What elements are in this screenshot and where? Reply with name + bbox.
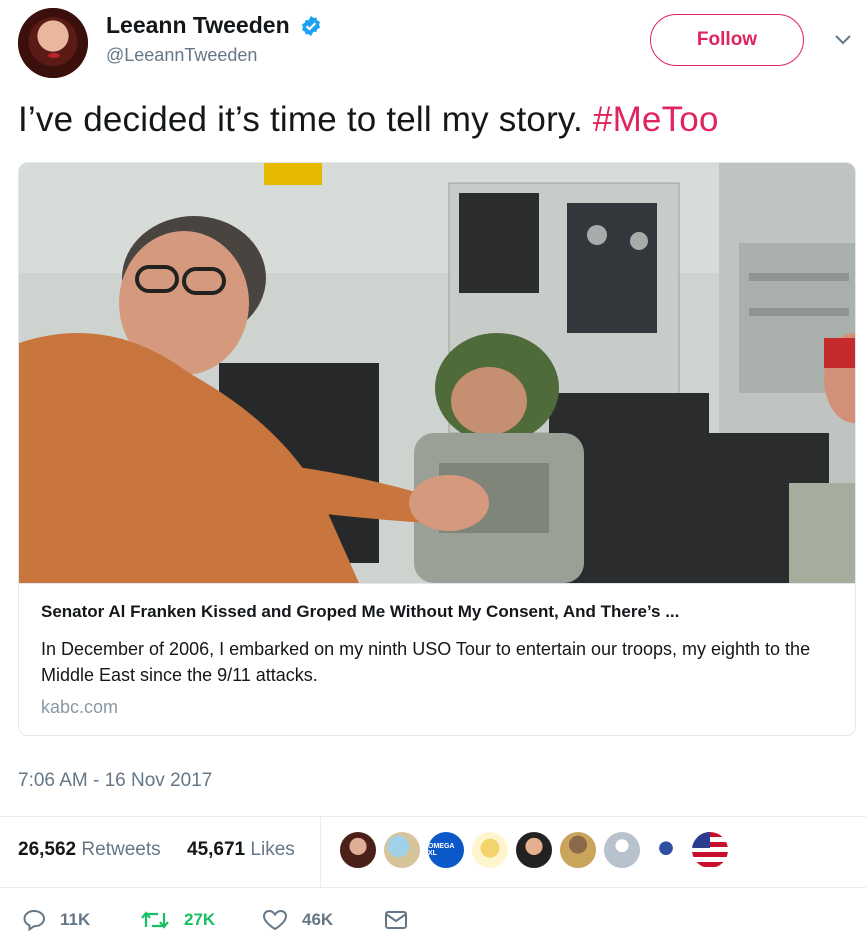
- like-count: 46K: [302, 910, 334, 929]
- verified-badge-icon: [302, 15, 321, 36]
- liker-avatar-9[interactable]: [690, 830, 730, 870]
- tweet-text: I’ve decided it’s time to tell my story.…: [18, 100, 719, 140]
- user-handle[interactable]: @LeeannTweeden: [106, 45, 322, 66]
- liker-avatar-3[interactable]: OMEGA XL: [426, 830, 466, 870]
- retweet-icon: [141, 911, 169, 929]
- card-body[interactable]: Senator Al Franken Kissed and Groped Me …: [19, 583, 855, 735]
- avatar-hair: [18, 8, 88, 78]
- card-description: In December of 2006, I embarked on my ni…: [41, 639, 811, 685]
- likes-count: 45,671: [187, 839, 246, 860]
- reply-button[interactable]: 11K: [22, 906, 90, 934]
- tweet-body: I’ve decided it’s time to tell my story.: [18, 100, 583, 139]
- envelope-icon: [385, 911, 407, 929]
- liker-avatar-3-text: OMEGA XL: [428, 843, 455, 857]
- flag-canton: [692, 832, 710, 848]
- likes-stat[interactable]: 45,671 Likes: [187, 839, 295, 861]
- direct-message-button[interactable]: [384, 906, 422, 934]
- liker-avatar-7[interactable]: [602, 830, 642, 870]
- liker-avatar-4[interactable]: [470, 830, 510, 870]
- liker-avatar-8[interactable]: [646, 830, 686, 870]
- hashtag-link[interactable]: #MeToo: [593, 100, 719, 139]
- card-image[interactable]: [19, 163, 856, 583]
- retweets-count: 26,562: [18, 839, 77, 860]
- retweet-count: 27K: [184, 910, 216, 929]
- author-info: Leeann Tweeden @LeeannTweeden: [106, 12, 322, 66]
- tweet-actions: 11K 27K 46K: [0, 888, 866, 942]
- likes-label: Likes: [250, 839, 295, 860]
- card-domain: kabc.com: [41, 697, 119, 717]
- display-name[interactable]: Leeann Tweeden: [106, 12, 290, 39]
- card-title[interactable]: Senator Al Franken Kissed and Groped Me …: [41, 602, 679, 622]
- retweet-button[interactable]: 27K: [140, 906, 215, 934]
- engagement-stats: 26,562 Retweets 45,671 Likes OMEGA XL: [0, 817, 866, 887]
- liker-avatar-2[interactable]: [382, 830, 422, 870]
- heart-icon: [262, 909, 288, 931]
- stats-separator: [320, 817, 321, 887]
- user-avatar[interactable]: [18, 8, 88, 78]
- like-button[interactable]: 46K: [262, 906, 333, 934]
- liker-avatar-1[interactable]: [338, 830, 378, 870]
- retweets-label: Retweets: [81, 839, 161, 860]
- follow-button[interactable]: Follow: [650, 14, 804, 66]
- tweet-header: Leeann Tweeden @LeeannTweeden Follow: [0, 0, 866, 90]
- retweets-stat[interactable]: 26,562 Retweets: [18, 839, 161, 861]
- liker-avatar-6[interactable]: [558, 830, 598, 870]
- avatar-lips: [48, 53, 60, 58]
- liker-avatar-5[interactable]: [514, 830, 554, 870]
- reply-count: 11K: [60, 910, 91, 929]
- tweet-timestamp[interactable]: 7:06 AM - 16 Nov 2017: [18, 770, 212, 792]
- reply-icon: [23, 909, 46, 931]
- link-card[interactable]: Senator Al Franken Kissed and Groped Me …: [18, 162, 856, 736]
- chevron-down-icon[interactable]: [833, 30, 853, 50]
